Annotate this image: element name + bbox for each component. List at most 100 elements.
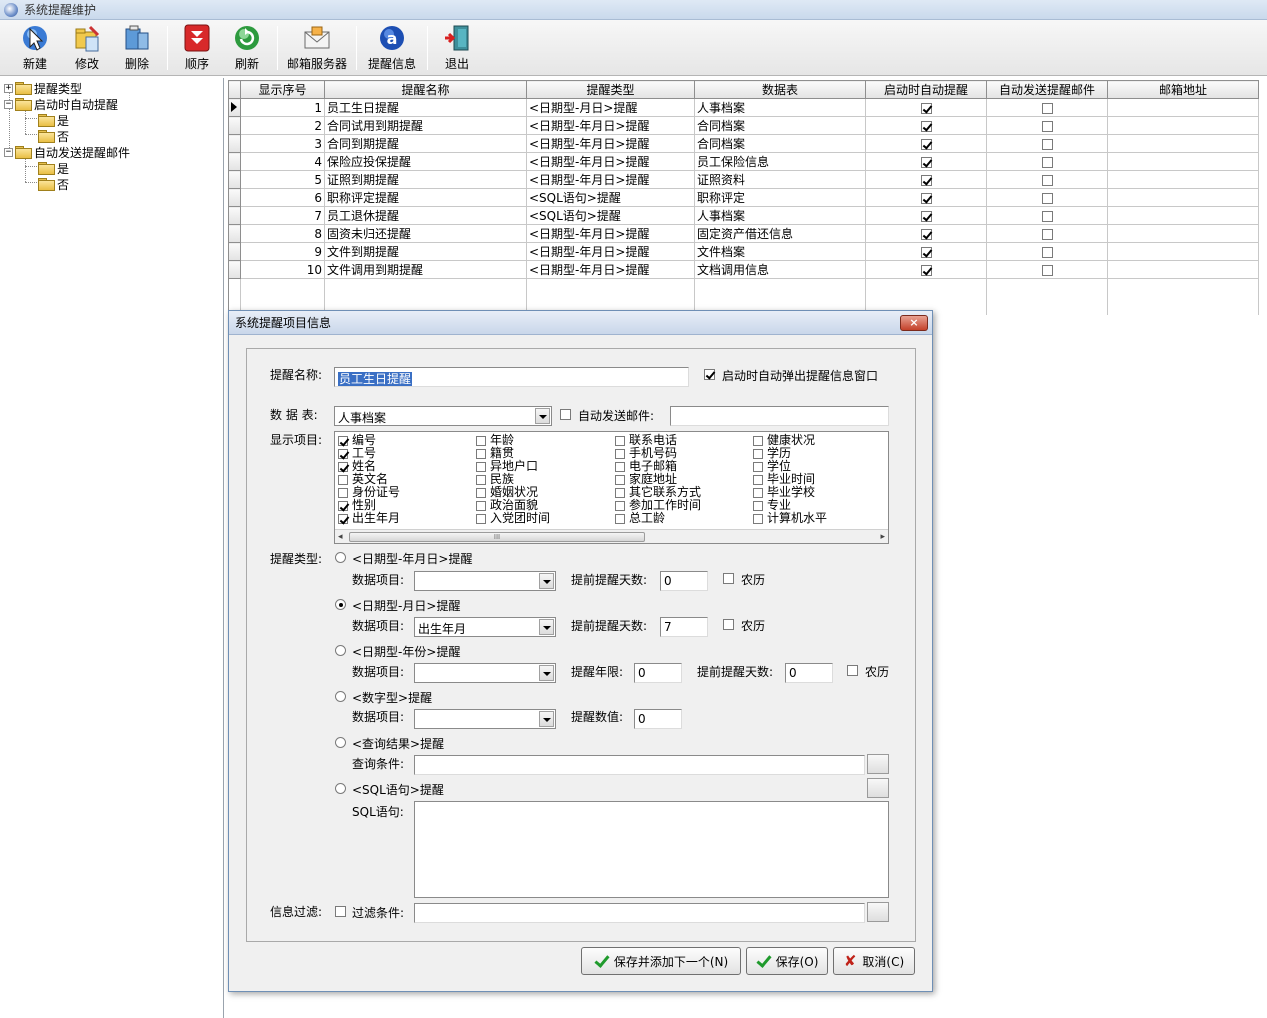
table-row[interactable]: 3 合同到期提醒 <日期型-年月日>提醒 合同档案 xyxy=(228,134,1259,153)
type-option-number[interactable] xyxy=(335,691,346,702)
cell-table[interactable]: 人事档案 xyxy=(694,98,866,117)
display-item-checkbox[interactable] xyxy=(753,448,763,459)
cell-seq[interactable]: 10 xyxy=(240,260,325,279)
popup-checkbox[interactable] xyxy=(704,369,715,380)
table-row[interactable]: 10 文件调用到期提醒 <日期型-年月日>提醒 文档调用信息 xyxy=(228,260,1259,279)
auto-mail-checkbox[interactable] xyxy=(1041,210,1053,222)
auto-remind-checkbox[interactable] xyxy=(920,228,932,240)
tree-node-auto-mail[interactable]: − 自动发送提醒邮件 xyxy=(4,144,130,160)
cell-table[interactable]: 职称评定 xyxy=(694,188,866,207)
cancel-button[interactable]: ✘ 取消(C) xyxy=(833,947,915,975)
cell-auto-remind[interactable] xyxy=(865,134,987,153)
display-item[interactable]: 总工龄 xyxy=(615,512,665,525)
cell-seq[interactable]: 3 xyxy=(240,134,325,153)
cell-auto-remind[interactable] xyxy=(865,170,987,189)
cell-auto-mail[interactable] xyxy=(986,260,1108,279)
table-select[interactable]: 人事档案 xyxy=(334,406,552,426)
table-row[interactable]: 7 员工退休提醒 <SQL语句>提醒 人事档案 xyxy=(228,206,1259,225)
collapse-icon[interactable]: − xyxy=(4,99,13,109)
cell-email[interactable] xyxy=(1107,260,1259,279)
cell-auto-mail[interactable] xyxy=(986,170,1108,189)
type-option-query[interactable] xyxy=(335,737,346,748)
row-indicator[interactable] xyxy=(228,242,241,261)
cell-email[interactable] xyxy=(1107,116,1259,135)
cell-auto-remind[interactable] xyxy=(865,98,987,117)
cell-type[interactable]: <日期型-年月日>提醒 xyxy=(526,116,695,135)
cell-email[interactable] xyxy=(1107,188,1259,207)
refresh-button[interactable]: 刷新 xyxy=(226,23,268,73)
cell-name[interactable]: 合同到期提醒 xyxy=(324,134,527,153)
auto-remind-checkbox[interactable] xyxy=(920,192,932,204)
table-row[interactable]: 6 职称评定提醒 <SQL语句>提醒 职称评定 xyxy=(228,188,1259,207)
cell-name[interactable]: 职称评定提醒 xyxy=(324,188,527,207)
row-indicator[interactable] xyxy=(228,260,241,279)
order-button[interactable]: 顺序 xyxy=(176,23,218,73)
year-item-select[interactable] xyxy=(414,663,556,683)
auto-remind-checkbox[interactable] xyxy=(920,210,932,222)
cell-auto-remind[interactable] xyxy=(865,116,987,135)
cell-table[interactable]: 证照资料 xyxy=(694,170,866,189)
cell-type[interactable]: <日期型-年月日>提醒 xyxy=(526,242,695,261)
cell-type[interactable]: <日期型-年月日>提醒 xyxy=(526,134,695,153)
cell-type[interactable]: <日期型-年月日>提醒 xyxy=(526,152,695,171)
row-indicator[interactable] xyxy=(228,98,241,117)
table-row[interactable]: 8 固资未归还提醒 <日期型-年月日>提醒 固定资产借还信息 xyxy=(228,224,1259,243)
cell-auto-mail[interactable] xyxy=(986,116,1108,135)
display-item-checkbox[interactable] xyxy=(753,487,763,498)
cell-type[interactable]: <SQL语句>提醒 xyxy=(526,206,695,225)
column-header[interactable]: 提醒名称 xyxy=(324,80,527,99)
cell-auto-remind[interactable] xyxy=(865,206,987,225)
exit-button[interactable]: 退出 xyxy=(436,23,478,73)
display-items-list[interactable]: ◂ III ▸ 编号 工号 姓名 英文名 身份证号 性别 出生年月 年龄 籍贯 异地户口 民族 婚姻状… xyxy=(334,431,889,544)
cell-auto-remind[interactable] xyxy=(865,224,987,243)
cell-email[interactable] xyxy=(1107,206,1259,225)
auto-mail-checkbox[interactable] xyxy=(1041,246,1053,258)
row-indicator[interactable] xyxy=(228,188,241,207)
table-row[interactable]: 1 员工生日提醒 <日期型-月日>提醒 人事档案 xyxy=(228,98,1259,117)
display-item-checkbox[interactable] xyxy=(615,435,625,446)
cell-name[interactable]: 文件到期提醒 xyxy=(324,242,527,261)
auto-mail-checkbox[interactable] xyxy=(1041,174,1053,186)
table-row[interactable]: 9 文件到期提醒 <日期型-年月日>提醒 文件档案 xyxy=(228,242,1259,261)
row-indicator[interactable] xyxy=(228,170,241,189)
tree-node-auto-remind[interactable]: − 启动时自动提醒 xyxy=(4,96,118,112)
cell-table[interactable]: 员工保险信息 xyxy=(694,152,866,171)
type-option-ymd[interactable] xyxy=(335,552,346,563)
auto-mail-checkbox[interactable] xyxy=(1041,120,1053,132)
auto-mail-checkbox[interactable] xyxy=(1041,102,1053,114)
scroll-right-icon[interactable]: ▸ xyxy=(880,532,885,542)
tree-node-auto-mail-no[interactable]: 否 xyxy=(38,176,69,192)
cell-table[interactable]: 合同档案 xyxy=(694,116,866,135)
display-item-checkbox[interactable] xyxy=(476,435,486,446)
display-item-checkbox[interactable] xyxy=(476,500,486,511)
display-item-checkbox[interactable] xyxy=(338,448,348,459)
number-item-select[interactable] xyxy=(414,709,556,729)
auto-remind-checkbox[interactable] xyxy=(920,138,932,150)
column-header[interactable]: 启动时自动提醒 xyxy=(865,80,987,99)
cell-email[interactable] xyxy=(1107,98,1259,117)
cell-auto-remind[interactable] xyxy=(865,242,987,261)
cell-table[interactable]: 固定资产借还信息 xyxy=(694,224,866,243)
filter-browse-button[interactable] xyxy=(867,902,889,922)
cell-name[interactable]: 证照到期提醒 xyxy=(324,170,527,189)
auto-remind-checkbox[interactable] xyxy=(920,246,932,258)
display-item-checkbox[interactable] xyxy=(338,435,348,446)
year-limit-input[interactable]: 0 xyxy=(634,663,682,683)
auto-mail-checkbox[interactable] xyxy=(1041,138,1053,150)
cell-email[interactable] xyxy=(1107,152,1259,171)
cell-auto-mail[interactable] xyxy=(986,206,1108,225)
cell-auto-mail[interactable] xyxy=(986,242,1108,261)
collapse-icon[interactable]: − xyxy=(4,147,13,157)
cell-email[interactable] xyxy=(1107,242,1259,261)
display-item-checkbox[interactable] xyxy=(476,474,486,485)
cell-name[interactable]: 员工生日提醒 xyxy=(324,98,527,117)
auto-mail-checkbox[interactable] xyxy=(1041,156,1053,168)
year-days-input[interactable]: 0 xyxy=(785,663,833,683)
edit-button[interactable]: 修改 xyxy=(66,23,108,73)
filter-checkbox[interactable] xyxy=(335,906,346,917)
chevron-down-icon[interactable] xyxy=(539,665,554,681)
display-item-checkbox[interactable] xyxy=(615,500,625,511)
chevron-down-icon[interactable] xyxy=(539,573,554,589)
auto-remind-checkbox[interactable] xyxy=(920,156,932,168)
chevron-down-icon[interactable] xyxy=(539,619,554,635)
